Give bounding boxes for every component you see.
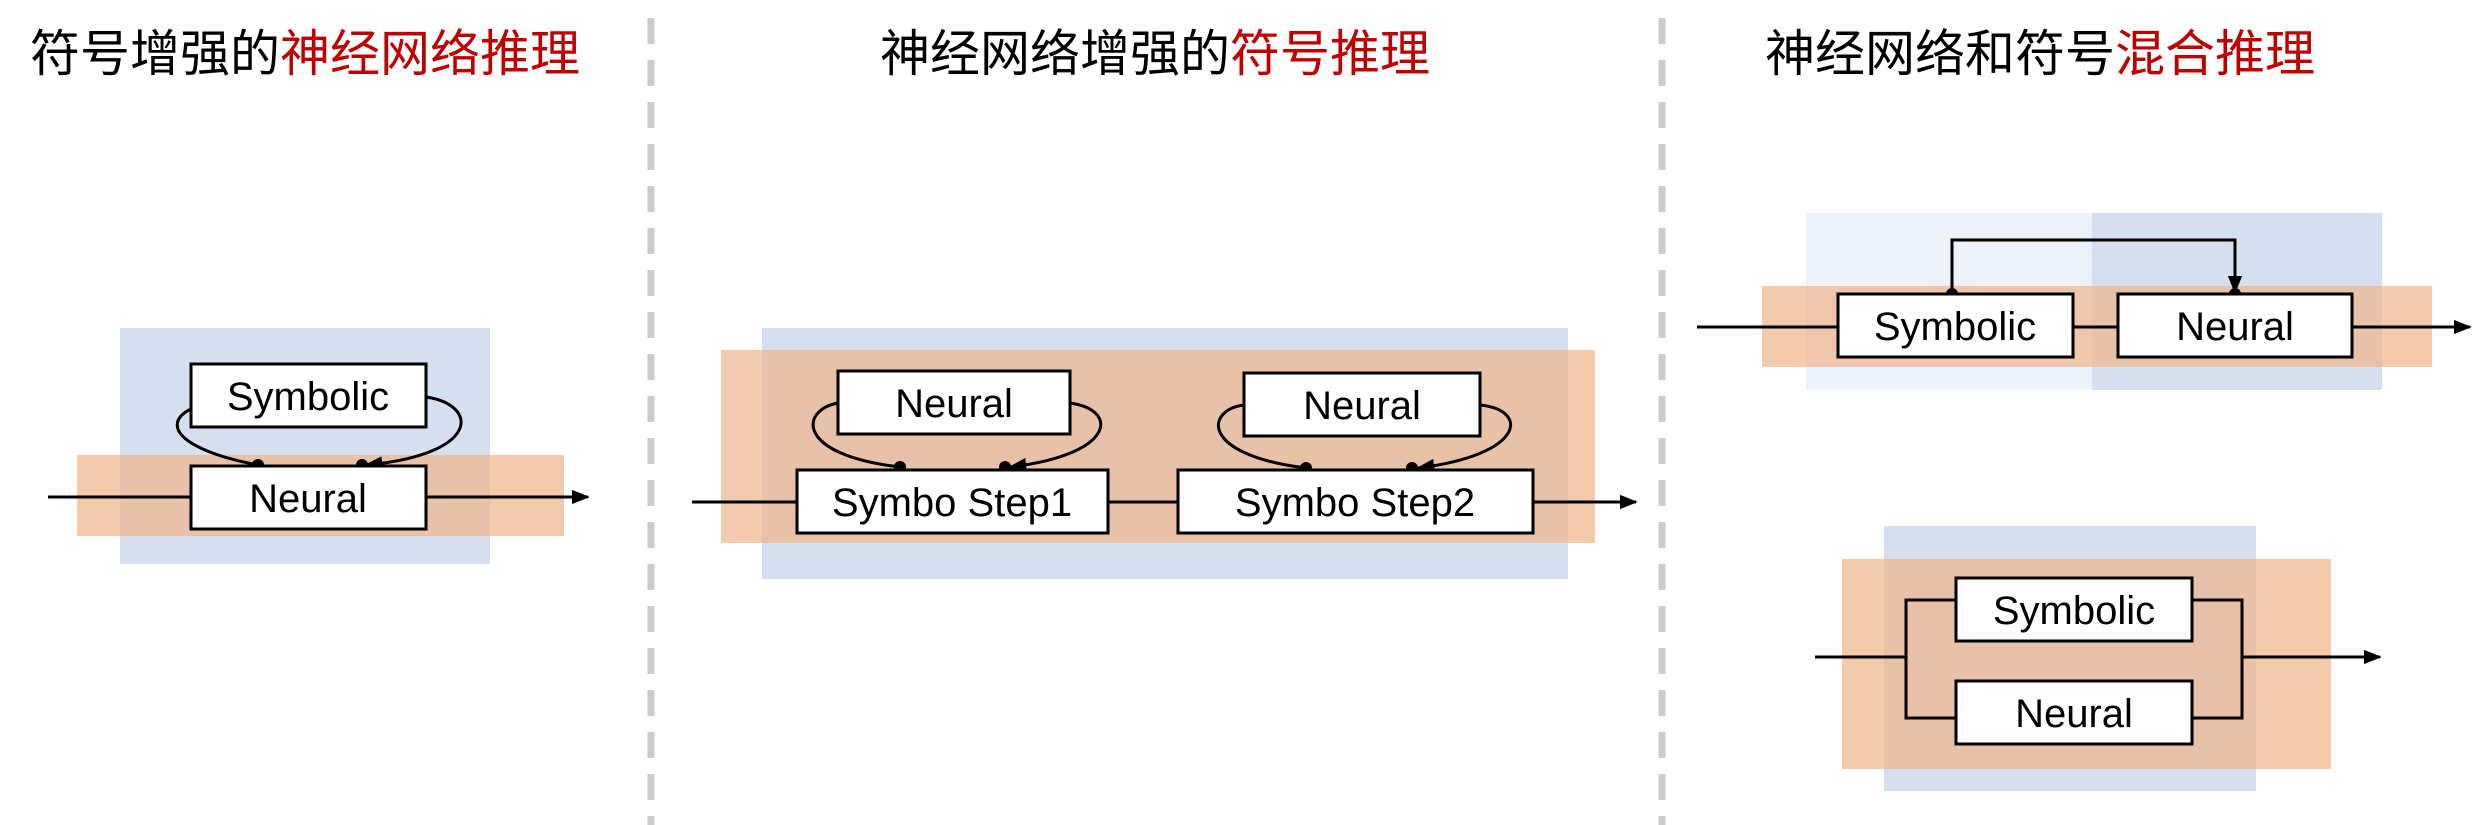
neural-box-label: Neural (249, 477, 367, 521)
symbo-step1-label: Symbo Step1 (832, 481, 1072, 525)
symbolic-box-label: Symbolic (1874, 305, 2036, 349)
neural-box-2-label: Neural (1303, 384, 1421, 428)
panel-3-serial: Symbolic Neural (1697, 213, 2472, 390)
panel-2: Neural Symbo Step1 Neural Symbo Step2 (692, 328, 1638, 579)
diagram-canvas: Symbolic Neural Neural Symbo Step1 Neura… (48, 18, 2472, 825)
panel-1: Symbolic Neural (48, 328, 590, 564)
neural-box-label: Neural (2015, 692, 2133, 736)
neural-box-label: Neural (2176, 305, 2294, 349)
neural-box-1-label: Neural (895, 382, 1013, 426)
symbolic-box-label: Symbolic (1993, 589, 2155, 633)
symbolic-box-label: Symbolic (227, 375, 389, 419)
panel-3-parallel: Symbolic Neural (1815, 526, 2382, 791)
symbo-step2-label: Symbo Step2 (1235, 481, 1475, 525)
